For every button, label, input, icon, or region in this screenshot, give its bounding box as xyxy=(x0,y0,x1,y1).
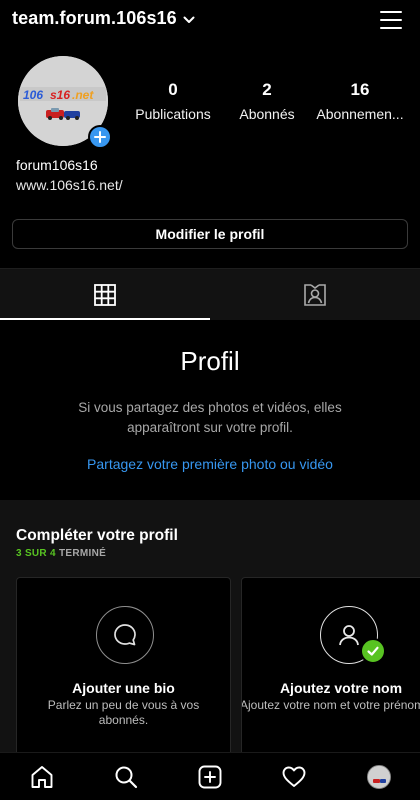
complete-profile-section: Compléter votre profil 3 SUR 4 TERMINÉ A… xyxy=(0,500,420,767)
empty-title: Profil xyxy=(180,346,240,376)
grid-icon xyxy=(94,284,116,306)
card-title: Ajoutez votre nom xyxy=(279,680,403,696)
home-icon[interactable] xyxy=(29,764,55,790)
card-title: Ajouter une bio xyxy=(72,680,175,696)
profile-avatar-icon[interactable] xyxy=(366,764,392,790)
add-bio-card[interactable]: Ajouter une bio Parlez un peu de vous à … xyxy=(16,577,231,767)
tab-grid[interactable] xyxy=(0,269,210,321)
svg-text:.net: .net xyxy=(72,88,94,102)
empty-profile-section: Profil Si vous partagez des photos et vi… xyxy=(0,320,420,500)
stat-label: Abonnés xyxy=(239,106,295,122)
top-header: team.forum.106s16 xyxy=(0,0,420,44)
stat-value: 16 xyxy=(350,80,370,99)
svg-text:106: 106 xyxy=(23,88,43,102)
complete-profile-title: Compléter votre profil xyxy=(16,527,178,544)
completion-progress: 3 SUR 4 TERMINÉ xyxy=(16,548,106,559)
stat-value: 0 xyxy=(168,80,178,99)
bottom-navigation xyxy=(0,752,420,800)
search-icon[interactable] xyxy=(113,764,139,790)
add-name-card[interactable]: Ajoutez votre nom Ajoutez votre nom et v… xyxy=(241,577,420,767)
tab-tagged[interactable] xyxy=(210,269,420,321)
progress-rest: TERMINÉ xyxy=(55,548,107,559)
edit-profile-button[interactable]: Modifier le profil xyxy=(12,219,408,249)
new-post-icon[interactable] xyxy=(197,764,223,790)
profile-tabs xyxy=(0,268,420,320)
speech-bubble-icon xyxy=(96,606,154,664)
username[interactable]: team.forum.106s16 xyxy=(12,8,177,29)
chevron-down-icon[interactable] xyxy=(183,11,195,29)
empty-description: Si vous partagez des photos et vidéos, e… xyxy=(78,400,342,435)
tagged-person-icon xyxy=(304,284,326,306)
heart-icon[interactable] xyxy=(281,764,307,790)
stat-following[interactable]: 16 Abonnemen... xyxy=(316,80,404,122)
svg-text:s16: s16 xyxy=(50,88,70,102)
share-first-photo-link[interactable]: Partagez votre première photo ou vidéo xyxy=(0,456,420,472)
card-description: Ajoutez votre nom et votre prénom pour q… xyxy=(241,698,420,712)
checkmark-icon xyxy=(360,638,386,664)
website-link[interactable]: www.106s16.net/ xyxy=(16,177,123,193)
stat-followers[interactable]: 2 Abonnés xyxy=(232,80,302,122)
stat-label: Abonnemen... xyxy=(316,106,404,122)
hamburger-menu-icon[interactable] xyxy=(380,9,404,31)
nav-avatar xyxy=(367,765,391,789)
card-description: Parlez un peu de vous à vos abonnés. xyxy=(47,698,200,727)
progress-done: 3 SUR 4 xyxy=(16,548,56,559)
stat-value: 2 xyxy=(262,80,272,99)
add-story-plus-icon[interactable] xyxy=(88,125,112,149)
stat-publications[interactable]: 0 Publications xyxy=(132,80,214,122)
account-switcher[interactable]: team.forum.106s16 xyxy=(12,8,195,29)
display-name: forum106s16 xyxy=(16,157,98,173)
stat-label: Publications xyxy=(135,106,211,122)
